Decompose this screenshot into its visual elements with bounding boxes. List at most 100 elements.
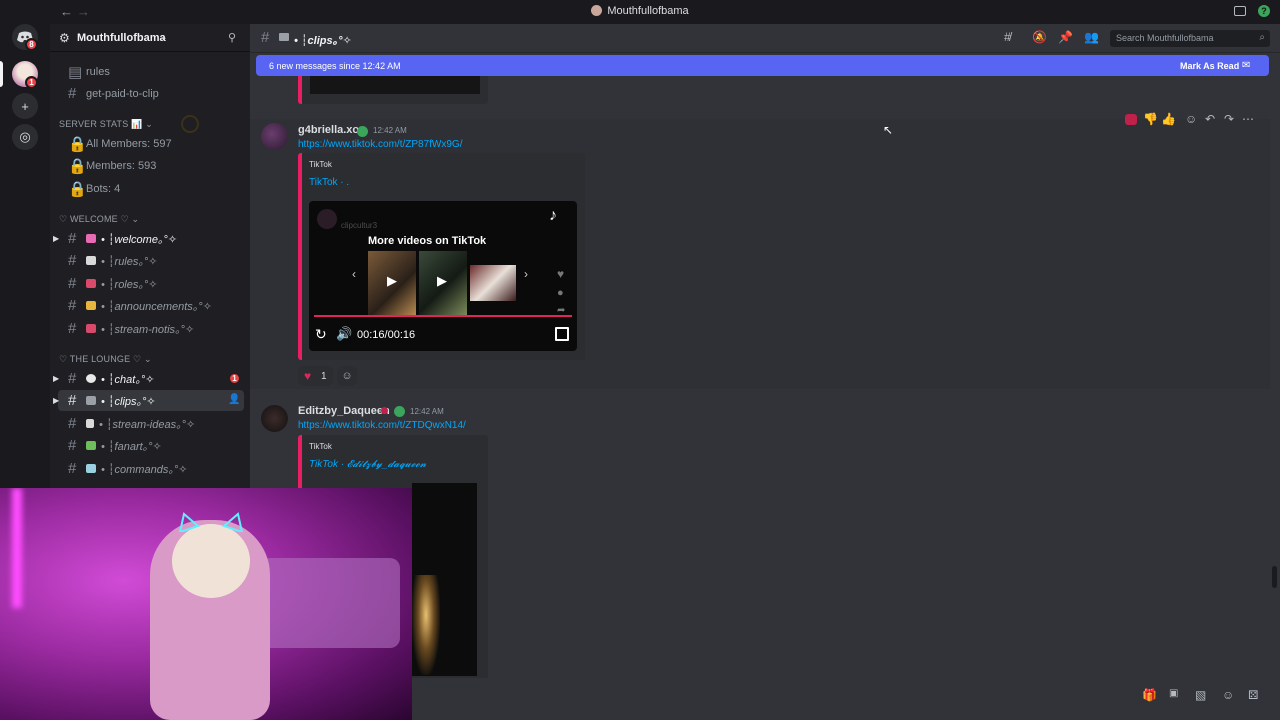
channel-commands[interactable]: # • ┆commands｡°✧	[58, 458, 244, 479]
reaction-count: 1	[321, 371, 327, 382]
hash-icon: #	[68, 252, 77, 269]
heart-reaction-icon[interactable]	[1125, 114, 1137, 125]
channel-rules[interactable]: ▤ rules	[58, 61, 244, 82]
like-heart-icon[interactable]: ♥	[557, 267, 564, 281]
search-icon: ⌕	[1259, 32, 1265, 43]
gift-icon[interactable]: 🎁	[1142, 688, 1157, 702]
gif-icon[interactable]: ▣	[1169, 688, 1178, 699]
channel-roles[interactable]: # • ┆roles｡°✧	[58, 273, 244, 294]
channel-announcements[interactable]: # • ┆announcements｡°✧	[58, 295, 244, 316]
tiktok-video-player[interactable]: clipcultur3 ♪ More videos on TikTok ‹ ▶ …	[309, 201, 577, 351]
message-author[interactable]: Editzby_Daqueen	[298, 405, 390, 417]
channel-clips[interactable]: ▶ # • ┆clips｡°✧ 👤	[53, 390, 244, 411]
embed-title[interactable]: TikTok · 𝓔𝓭𝓲𝓽𝔃𝓫𝔂_𝓭𝓪𝓺𝓾𝓮𝓮𝓷	[309, 459, 426, 470]
forward-icon[interactable]: ↷	[1224, 112, 1234, 126]
category-the-lounge[interactable]: ♡ THE LOUNGE ♡ ⌄	[59, 354, 152, 365]
volume-icon[interactable]: 🔊	[336, 326, 352, 342]
video-thumbnail[interactable]	[470, 265, 516, 301]
unread-indicator: ▶	[53, 374, 60, 383]
play-icon[interactable]: ▶	[437, 273, 447, 289]
composer-bar: 🎁 ▣ ▧ ☺ ⚄	[412, 678, 1280, 720]
comment-icon[interactable]: ●	[557, 287, 564, 299]
hash-icon: #	[261, 29, 270, 46]
add-reaction-button[interactable]: ☺	[337, 366, 357, 386]
play-icon[interactable]: ▶	[387, 273, 397, 289]
loading-spinner	[181, 115, 199, 133]
more-icon[interactable]: ⋯	[1242, 112, 1254, 126]
selected-indicator	[0, 61, 3, 87]
add-reaction-icon[interactable]: ☺	[1185, 112, 1197, 126]
clapper-icon	[86, 396, 96, 405]
hash-icon: #	[68, 415, 77, 432]
hash-icon: #	[68, 370, 77, 387]
member-list-icon[interactable]: 👥	[1084, 30, 1099, 44]
channel-stream-ideas[interactable]: # • ┆stream-ideas｡°✧	[58, 413, 244, 434]
megaphone-icon	[86, 301, 96, 310]
book-icon	[86, 256, 96, 265]
invite-member-icon[interactable]: 👤	[228, 394, 240, 405]
server-badge: 1	[25, 76, 38, 89]
next-video-icon[interactable]: ›	[524, 267, 528, 281]
message-author[interactable]: g4briella.xo	[298, 124, 359, 136]
avatar[interactable]	[261, 123, 288, 150]
add-server-icon[interactable]: +	[12, 93, 38, 119]
channel-welcome[interactable]: ▶ # • ┆welcome｡°✧	[53, 228, 244, 249]
mouse-cursor: ↖	[883, 123, 894, 137]
pin-icon[interactable]: 📌	[1058, 30, 1073, 44]
mute-bell-icon[interactable]: 🔕	[1032, 30, 1047, 44]
reply-icon[interactable]: ↶	[1205, 112, 1215, 126]
hash-icon: #	[68, 275, 77, 292]
threads-icon[interactable]: #̸	[1004, 30, 1011, 44]
replay-icon[interactable]: ↻	[315, 326, 327, 343]
stat-members[interactable]: 🔒 Members: 593	[58, 155, 244, 176]
message-link[interactable]: https://www.tiktok.com/t/ZP87fWx9G/	[298, 139, 463, 150]
channel-stream-notis[interactable]: # • ┆stream-notis｡°✧	[58, 318, 244, 339]
stat-bots[interactable]: 🔒 Bots: 4	[58, 178, 244, 199]
new-messages-banner[interactable]: 6 new messages since 12:42 AM Mark As Re…	[256, 55, 1269, 76]
tiktok-video-player[interactable]	[412, 483, 477, 676]
channel-list: ▤ rules # get-paid-to-clip SERVER STATS 📊 …	[50, 24, 250, 488]
previous-video	[310, 76, 480, 94]
hash-icon: #	[68, 392, 77, 409]
dm-badge: 8	[25, 38, 38, 51]
sticker-icon[interactable]: ▧	[1195, 688, 1206, 702]
progress-bar[interactable]	[314, 315, 572, 317]
background-bed	[260, 558, 400, 648]
hash-icon: #	[68, 460, 77, 477]
mark-as-read-button[interactable]: Mark As Read	[1180, 61, 1239, 71]
message-timestamp: 12:42 AM	[410, 407, 444, 416]
channel-rules-2[interactable]: # • ┆rules｡°✧	[58, 250, 244, 271]
thumbs-down-icon[interactable]: 👎	[1143, 112, 1158, 126]
channel-get-paid-to-clip[interactable]: # get-paid-to-clip	[58, 83, 244, 104]
rose-icon	[86, 279, 96, 288]
channel-fanart[interactable]: # • ┆fanart｡°✧	[58, 435, 244, 456]
avatar[interactable]	[261, 405, 288, 432]
message-link[interactable]: https://www.tiktok.com/t/ZTDQwxN14/	[298, 420, 466, 431]
reaction-heart[interactable]: ♥ 1	[298, 366, 333, 386]
search-input[interactable]: Search Mouthfullofbama ⌕	[1110, 30, 1270, 47]
apps-icon[interactable]: ⚄	[1248, 688, 1258, 702]
prev-video-icon[interactable]: ‹	[352, 267, 356, 281]
fullscreen-icon[interactable]	[555, 327, 569, 341]
embed-title[interactable]: TikTok · .	[309, 177, 349, 188]
category-welcome[interactable]: ♡ WELCOME ♡ ⌄	[59, 214, 139, 225]
video-time: 00:16/00:16	[357, 329, 416, 341]
emoji-icon[interactable]: ☺	[1222, 688, 1234, 702]
explore-compass-icon[interactable]: ◎	[12, 124, 38, 150]
category-server-stats[interactable]: SERVER STATS 📊 ⌄	[59, 119, 153, 130]
thumbs-up-icon[interactable]: 👍	[1161, 112, 1176, 126]
help-icon[interactable]: ?	[1258, 5, 1270, 17]
scrollbar-thumb[interactable]	[1272, 566, 1277, 588]
inbox-icon[interactable]	[1234, 6, 1246, 16]
channel-chat[interactable]: ▶ # • ┆chat｡°✧ 1	[53, 368, 244, 389]
creator-avatar	[317, 209, 337, 229]
server-icon	[591, 5, 603, 16]
tiktok-logo-icon: ♪	[549, 207, 557, 224]
lock-icon: 🔒	[68, 157, 87, 175]
window-title: Mouthfullofbama	[0, 5, 1280, 17]
hash-icon: #	[68, 297, 77, 314]
role-badge-icon	[357, 126, 368, 137]
stat-all-members[interactable]: 🔒 All Members: 597	[58, 133, 244, 154]
cake-icon	[86, 464, 96, 473]
neon-light	[12, 488, 22, 608]
